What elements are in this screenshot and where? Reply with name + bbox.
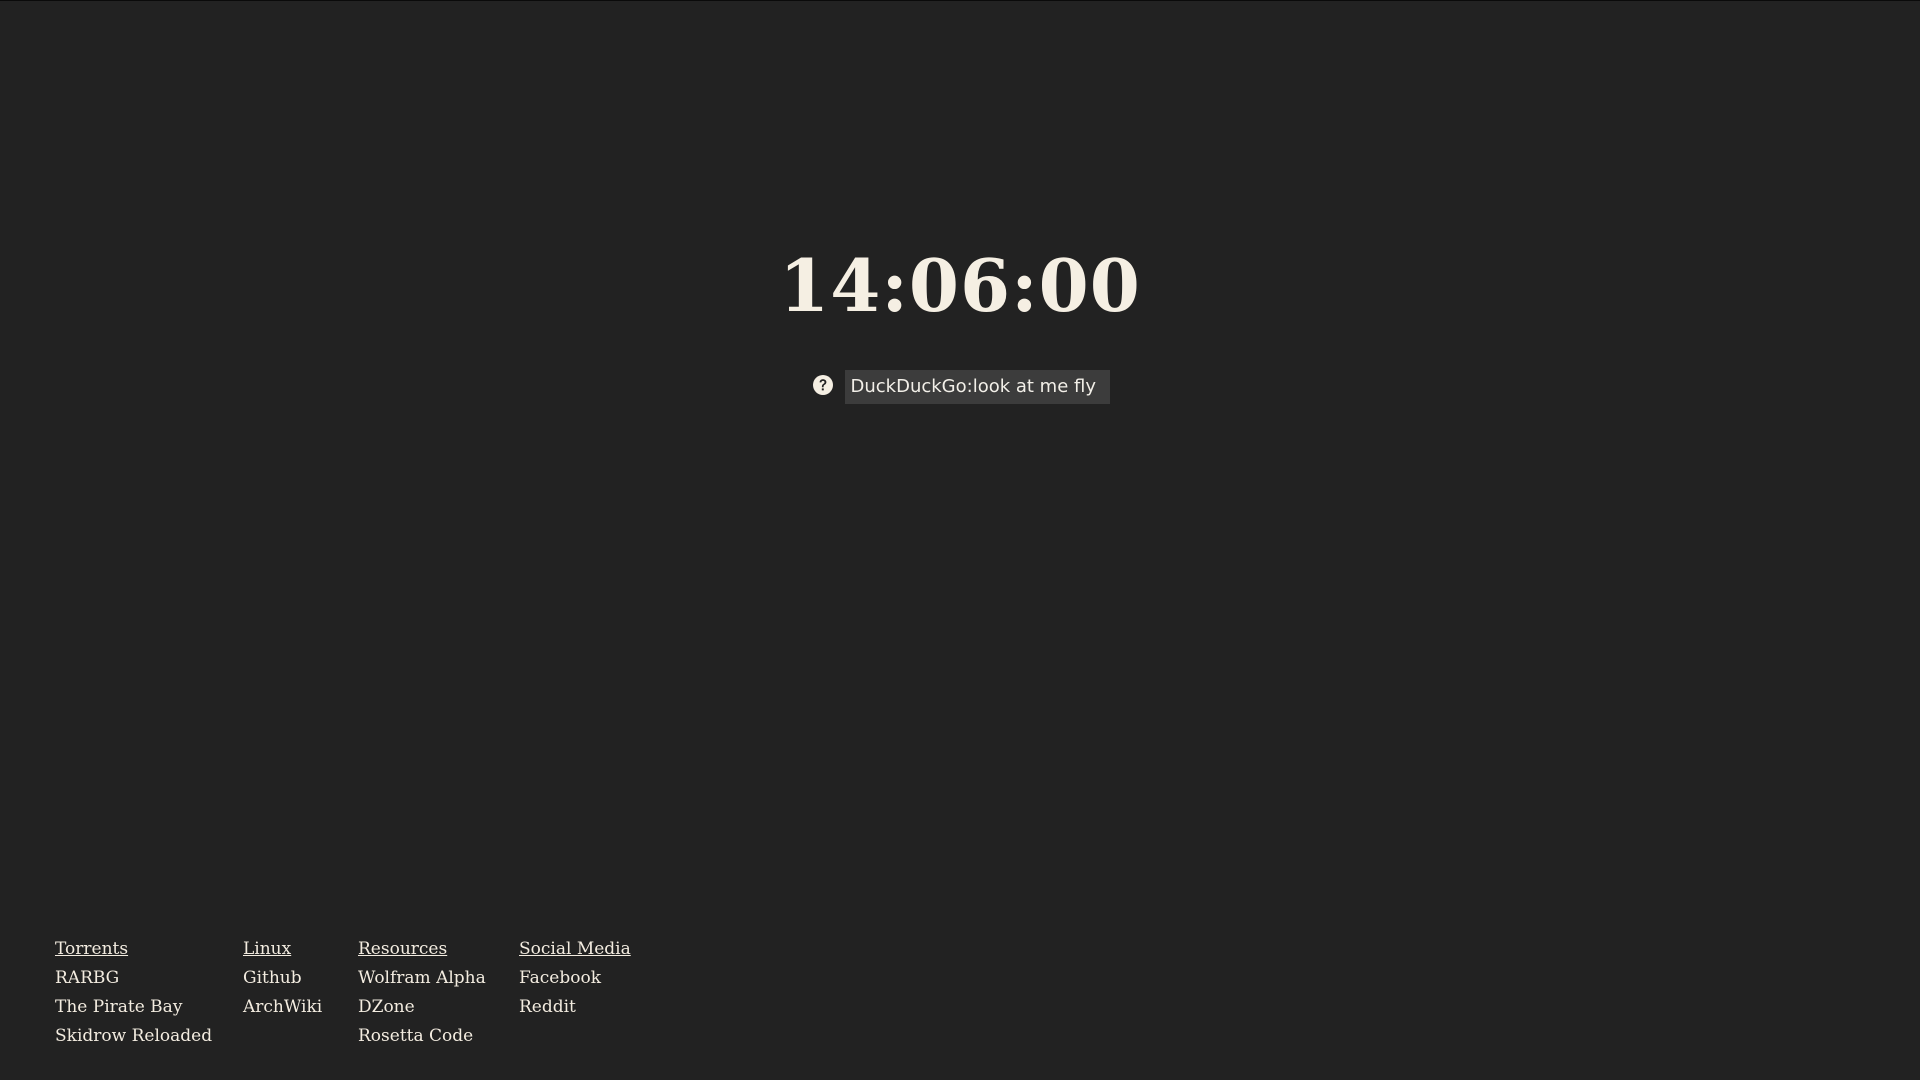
search-input[interactable]: [844, 370, 1110, 404]
link-heading-torrents[interactable]: Torrents: [55, 935, 243, 964]
link-skidrow-reloaded[interactable]: Skidrow Reloaded: [55, 1022, 243, 1051]
link-rosetta-code[interactable]: Rosetta Code: [358, 1022, 519, 1051]
link-rarbg[interactable]: RARBG: [55, 964, 243, 993]
link-wolfram-alpha[interactable]: Wolfram Alpha: [358, 964, 519, 993]
top-border: [0, 0, 1920, 1]
search-group: [811, 370, 1110, 404]
search-bar: [0, 369, 1920, 405]
link-archwiki[interactable]: ArchWiki: [243, 993, 358, 1022]
link-column-resources: Resources Wolfram Alpha DZone Rosetta Co…: [358, 935, 519, 1051]
link-heading-linux[interactable]: Linux: [243, 935, 358, 964]
question-circle-icon[interactable]: [811, 373, 835, 397]
link-column-torrents: Torrents RARBG The Pirate Bay Skidrow Re…: [55, 935, 243, 1051]
link-heading-resources[interactable]: Resources: [358, 935, 519, 964]
link-github[interactable]: Github: [243, 964, 358, 993]
link-column-social-media: Social Media Facebook Reddit: [519, 935, 659, 1051]
link-column-linux: Linux Github ArchWiki: [243, 935, 358, 1051]
clock-display: 14:06:00: [779, 243, 1141, 328]
link-dzone[interactable]: DZone: [358, 993, 519, 1022]
link-the-pirate-bay[interactable]: The Pirate Bay: [55, 993, 243, 1022]
bookmark-links: Torrents RARBG The Pirate Bay Skidrow Re…: [55, 935, 659, 1051]
link-heading-social-media[interactable]: Social Media: [519, 935, 659, 964]
link-reddit[interactable]: Reddit: [519, 993, 659, 1022]
link-facebook[interactable]: Facebook: [519, 964, 659, 993]
